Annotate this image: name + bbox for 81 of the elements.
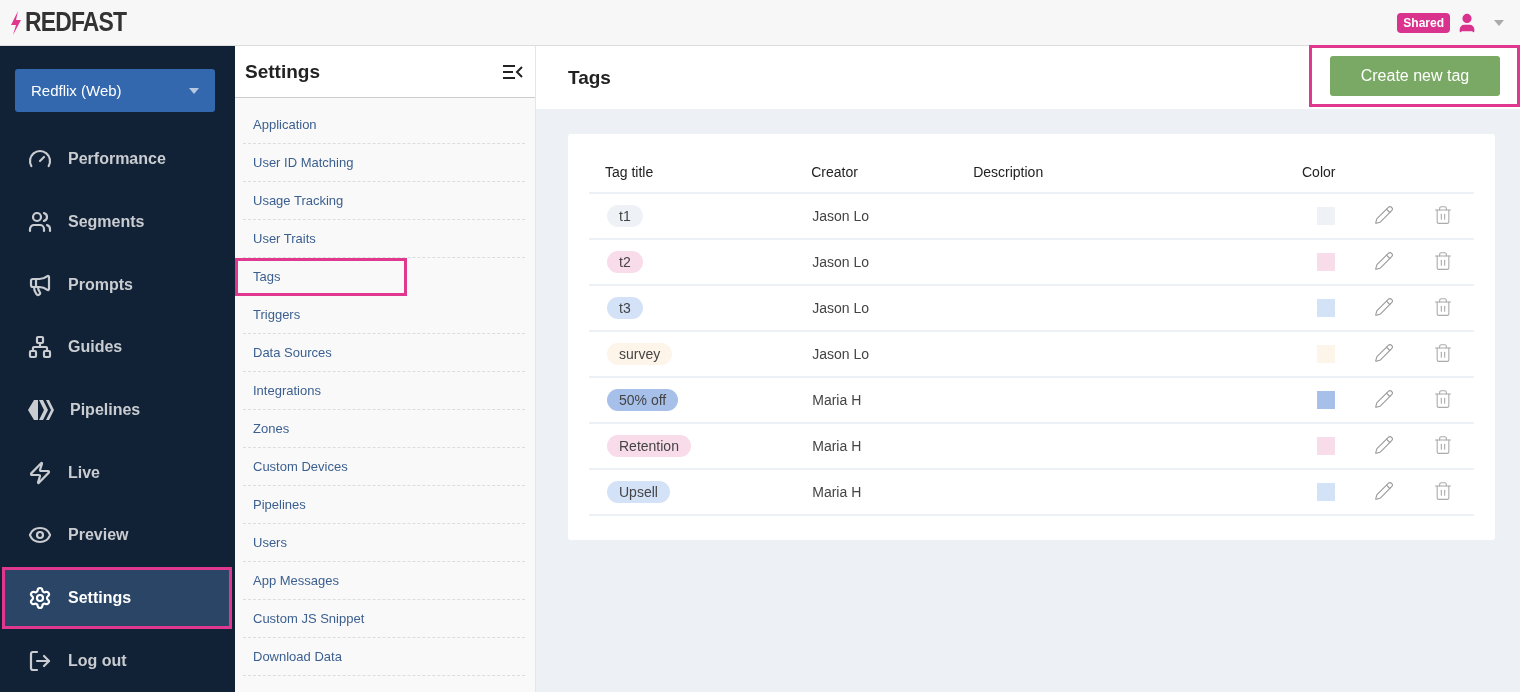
nav-label: Preview — [68, 526, 129, 545]
delete-icon[interactable] — [1432, 434, 1453, 455]
delete-icon[interactable] — [1432, 250, 1453, 271]
gear-icon — [28, 586, 52, 610]
panel-title: Settings — [245, 60, 320, 83]
table-cell: Jason Lo — [811, 193, 974, 239]
settings-link[interactable]: Triggers — [243, 296, 525, 334]
lightning-logo-icon — [10, 10, 22, 35]
table-cell: Maria H — [811, 377, 974, 423]
flowchart-icon — [28, 335, 52, 360]
nav-item[interactable]: Log out — [2, 629, 232, 692]
settings-link[interactable]: Data Sources — [243, 334, 525, 372]
nav-label: Performance — [68, 150, 166, 169]
edit-icon[interactable] — [1374, 204, 1395, 225]
delete-icon[interactable] — [1432, 480, 1453, 501]
edit-icon[interactable] — [1374, 342, 1395, 363]
nav-item[interactable]: Live — [2, 441, 232, 504]
tag-pill: t1 — [607, 205, 643, 227]
chevrons-icon — [28, 400, 54, 421]
settings-link[interactable]: Tags — [235, 258, 407, 296]
nav-item[interactable]: Guides — [2, 316, 232, 379]
logout-icon — [28, 648, 52, 673]
tag-pill: survey — [607, 343, 673, 365]
people-icon — [28, 210, 52, 235]
nav-item[interactable]: Prompts — [2, 253, 232, 317]
nav-label: Pipelines — [70, 401, 141, 420]
table-cell: Maria H — [811, 423, 974, 469]
table-cell: Jason Lo — [811, 331, 974, 377]
column-header: Tag title — [589, 152, 812, 193]
delete-icon[interactable] — [1432, 342, 1453, 363]
nav-label: Live — [68, 463, 100, 482]
nav-label: Segments — [68, 213, 145, 232]
shared-badge: Shared — [1397, 12, 1450, 33]
logo-text: REDFAST — [25, 7, 127, 38]
edit-icon[interactable] — [1374, 388, 1395, 409]
nav-label: Guides — [68, 338, 123, 357]
column-header: Color — [1302, 152, 1374, 193]
nav-item[interactable]: Performance — [2, 128, 232, 191]
table-cell: Maria H — [811, 469, 974, 515]
tag-pill: Upsell — [607, 481, 670, 503]
edit-icon[interactable] — [1374, 480, 1395, 501]
nav-item[interactable]: Segments — [2, 190, 232, 254]
delete-icon[interactable] — [1432, 204, 1453, 225]
delete-icon[interactable] — [1432, 388, 1453, 409]
settings-link[interactable]: User ID Matching — [243, 144, 525, 182]
settings-link[interactable]: User Traits — [243, 220, 525, 258]
settings-link[interactable]: App Messages — [243, 562, 525, 600]
tag-pill: 50% off — [607, 389, 679, 411]
nav-item[interactable]: Pipelines — [2, 378, 232, 442]
settings-link[interactable]: Custom Devices — [243, 448, 525, 486]
settings-link[interactable]: Users — [243, 524, 525, 562]
collapse-menu-icon[interactable] — [503, 64, 523, 79]
tag-pill: t3 — [607, 297, 643, 319]
app-selector[interactable]: Redflix (Web) — [15, 69, 215, 113]
settings-link[interactable]: Usage Tracking — [243, 182, 525, 220]
page-title: Tags — [568, 66, 611, 89]
settings-link[interactable]: Application — [243, 106, 525, 144]
edit-icon[interactable] — [1374, 296, 1395, 317]
nav-label: Settings — [68, 589, 132, 607]
settings-link[interactable]: Integrations — [243, 372, 525, 410]
column-header: Description — [973, 152, 1302, 193]
nav-label: Prompts — [68, 275, 133, 294]
settings-link[interactable]: Zones — [243, 410, 525, 448]
tag-pill: t2 — [607, 251, 643, 273]
edit-icon[interactable] — [1374, 434, 1395, 455]
table-cell: Jason Lo — [811, 285, 974, 331]
edit-icon[interactable] — [1374, 250, 1395, 271]
nav-item[interactable]: Preview — [2, 504, 232, 567]
delete-icon[interactable] — [1432, 296, 1453, 317]
column-header: Creator — [811, 152, 974, 193]
settings-link[interactable]: Download Data — [243, 638, 525, 676]
settings-link[interactable]: Pipelines — [243, 486, 525, 524]
tag-pill: Retention — [607, 435, 691, 457]
caret-icon[interactable] — [1494, 19, 1504, 26]
nav-label: Log out — [68, 651, 127, 670]
nav-item[interactable]: Settings — [2, 566, 232, 630]
lightning-icon — [28, 460, 52, 485]
megaphone-icon — [28, 272, 52, 297]
table-cell: Jason Lo — [811, 239, 974, 285]
caret-icon — [189, 87, 199, 94]
settings-link[interactable]: Custom JS Snippet — [243, 600, 525, 638]
